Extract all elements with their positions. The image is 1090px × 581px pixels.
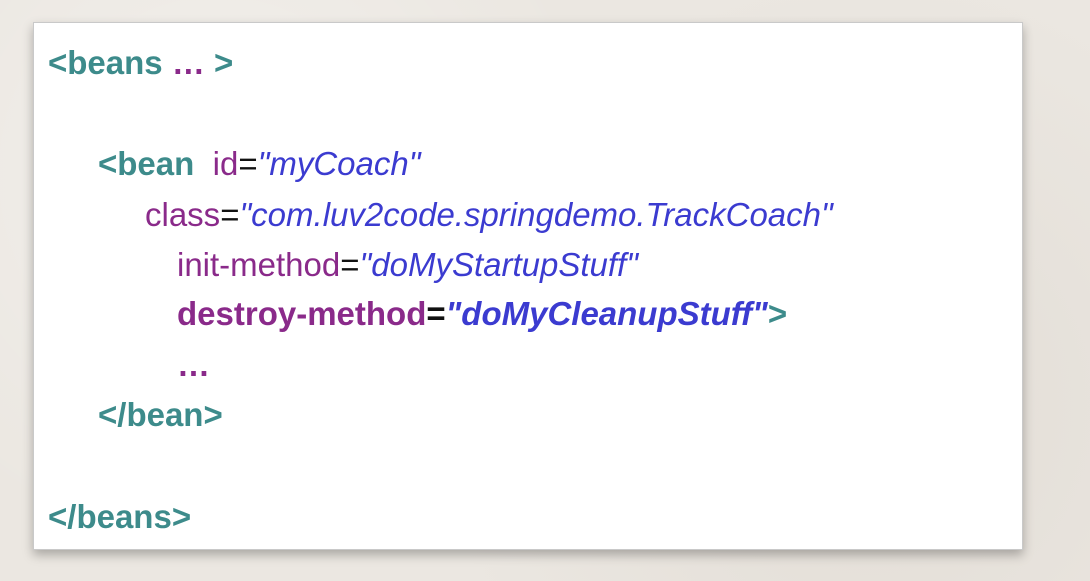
bean-open-close-bracket: > [767,295,788,332]
beans-open-close-bracket: > [214,44,234,81]
destroy-method-attribute: destroy-method [177,295,427,332]
init-method-attribute: init-method [177,246,341,283]
id-value: "myCoach" [257,145,421,182]
init-method-value: "doMyStartupStuff" [359,246,638,283]
class-equals: = [220,196,240,233]
destroy-method-equals: = [426,295,446,332]
code-line-bean-close: </bean> [98,395,223,435]
class-attribute: class [145,196,221,233]
bean-open-tag: <bean [98,145,195,182]
class-value: "com.luv2code.springdemo.TrackCoach" [239,196,833,233]
init-method-equals: = [340,246,360,283]
beans-ellipsis: … [162,44,214,81]
code-line-beans-open: <beans … > [48,43,233,83]
destroy-method-value: "doMyCleanupStuff" [445,295,768,332]
bean-body-ellipsis: … [177,346,210,383]
code-line-ellipsis: … [177,345,210,385]
id-attribute: id [212,145,239,182]
code-line-beans-close: </beans> [48,497,191,537]
beans-open-tag: <beans [48,44,163,81]
code-line-bean-id: <bean id="myCoach" [98,144,420,184]
beans-close-tag: </beans> [48,498,192,535]
id-equals: = [238,145,258,182]
bean-close-tag: </bean> [98,396,223,433]
code-line-class: class="com.luv2code.springdemo.TrackCoac… [145,195,833,235]
code-line-destroy-method: destroy-method="doMyCleanupStuff"> [177,294,787,334]
code-card: <beans … > <bean id="myCoach" class="com… [33,22,1023,550]
code-line-init-method: init-method="doMyStartupStuff" [177,245,638,285]
cropped-heading-strip [0,0,1090,22]
